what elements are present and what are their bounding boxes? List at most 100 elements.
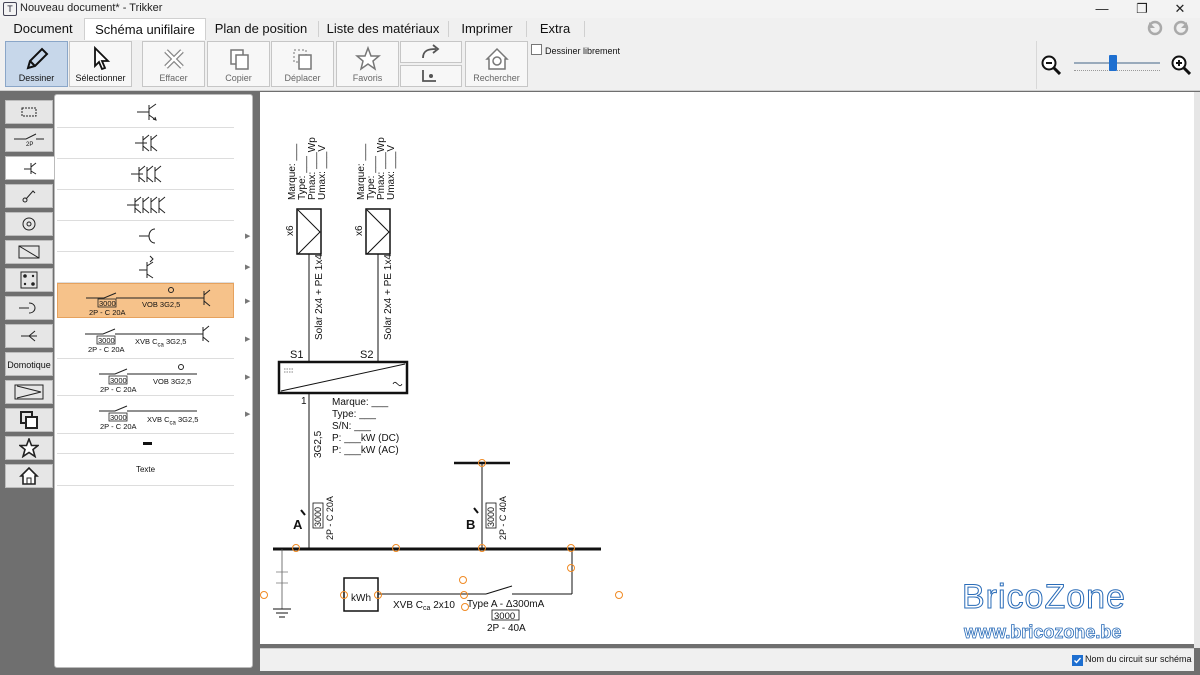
draw-button[interactable]: Dessiner [5, 41, 68, 87]
symbol-bar[interactable] [57, 434, 234, 454]
close-icon[interactable]: ✕ [1160, 0, 1200, 18]
schema-canvas[interactable]: Marque: ___ Type: ___ Pmax: ___Wp Umax: … [260, 92, 1194, 644]
pv1-cable: Solar 2x4 + PE 1x4 [314, 254, 325, 340]
undo-icon[interactable] [1146, 19, 1164, 37]
category-plug[interactable] [5, 296, 53, 320]
circuit-xvb-plain-icon [99, 405, 197, 422]
tab-schema-unifilaire[interactable]: Schéma unifilaire [84, 18, 206, 40]
contact-arrow-icon [139, 255, 154, 279]
erase-label: Effacer [159, 73, 188, 83]
category-favorites[interactable] [5, 436, 53, 460]
redo-icon[interactable] [1172, 19, 1190, 37]
plug-icon [19, 302, 36, 314]
move-button[interactable]: Déplacer [271, 41, 334, 87]
symbol-circuit-vob[interactable]: 3000 2P - C 20A VOB 3G2,5 [57, 283, 234, 318]
minimize-icon[interactable]: — [1082, 0, 1122, 18]
ribbon-tabs: Document Schéma unifilaire Plan de posit… [0, 18, 1200, 41]
rectangle-icon [21, 107, 37, 117]
symbol-text[interactable]: Texte [57, 454, 234, 486]
category-play[interactable] [5, 380, 53, 404]
bar-icon [143, 442, 152, 445]
copy-button[interactable]: Copier [207, 41, 270, 87]
zoom-slider-track[interactable] [1074, 62, 1160, 64]
symbol-circuit-xvb[interactable]: 3000 2P - C 20A XVB Cca 3G2,5 [57, 322, 234, 359]
pv2-cable: Solar 2x4 + PE 1x4 [383, 254, 394, 340]
tab-document[interactable]: Document [4, 18, 82, 39]
submenu-arrow-icon[interactable]: ▶ [245, 297, 250, 305]
submenu-arrow-icon[interactable]: ▶ [245, 232, 250, 240]
symbol-contact-arrow[interactable] [57, 252, 234, 283]
category-contacts[interactable] [5, 156, 55, 180]
show-circuit-name-label: Nom du circuit sur schéma [1085, 654, 1192, 664]
contact-2-icon [135, 134, 158, 152]
check-icon [1074, 657, 1082, 664]
category-lamp[interactable] [5, 184, 53, 208]
category-home[interactable] [5, 464, 53, 488]
cb2-rating: 3000 [98, 336, 115, 345]
favorites-button[interactable]: Favoris [336, 41, 399, 87]
free-draw-checkbox[interactable]: Dessiner librement [531, 44, 620, 56]
schema-drawing[interactable]: Marque: ___ Type: ___ Pmax: ___Wp Umax: … [260, 92, 1194, 644]
inverter-terminal: 1 [301, 396, 307, 407]
rotate-left-button[interactable] [400, 65, 462, 87]
star-icon [354, 46, 381, 71]
zoom-slider-thumb[interactable] [1109, 55, 1117, 71]
inverter-brand: Marque: ___ [332, 397, 389, 408]
tab-extra[interactable]: Extra [528, 18, 582, 39]
switch-2p-label: 2P [26, 142, 34, 148]
diode-icon [139, 228, 156, 244]
rotate-right-icon [422, 44, 440, 59]
cb3-breaker: 2P - C 20A [100, 385, 137, 394]
erase-button[interactable]: Effacer [142, 41, 205, 87]
free-draw-box[interactable] [531, 44, 542, 55]
restore-icon[interactable]: ❐ [1122, 0, 1162, 18]
tab-plan-de-position[interactable]: Plan de position [206, 18, 316, 39]
category-socket[interactable] [5, 212, 53, 236]
submenu-arrow-icon[interactable]: ▶ [245, 373, 250, 381]
rotate-right-button[interactable] [400, 41, 462, 63]
tab-imprimer[interactable]: Imprimer [450, 18, 524, 39]
submenu-arrow-icon[interactable]: ▶ [245, 263, 250, 271]
move-label: Déplacer [284, 73, 321, 83]
category-panel[interactable] [5, 240, 53, 264]
cb4-breaker: 2P - C 20A [100, 422, 137, 431]
symbol-circuit-xvb-plain[interactable]: 3000 2P - C 20A XVB Cca 3G2,5 [57, 396, 234, 434]
category-dots[interactable] [5, 268, 53, 292]
cb1-cable: VOB 3G2,5 [142, 300, 181, 309]
submenu-arrow-icon[interactable]: ▶ [245, 335, 250, 343]
vertical-scrollbar[interactable] [1194, 92, 1200, 648]
cb2-cable: XVB Cca 3G2,5 [135, 337, 187, 349]
zoom-in-icon[interactable] [1171, 55, 1191, 75]
watermark-brand: BricoZone [962, 578, 1126, 617]
symbol-contact-1[interactable] [57, 97, 234, 128]
meter-label: kWh [351, 593, 371, 604]
show-circuit-name-checkbox[interactable] [1072, 655, 1083, 666]
cursor-icon [93, 46, 110, 71]
connection-handles[interactable] [260, 459, 623, 611]
symbol-contact-2[interactable] [57, 128, 234, 159]
select-button[interactable]: Sélectionner [69, 41, 132, 87]
symbol-contact-3[interactable] [57, 159, 234, 190]
status-bar: Nom du circuit sur schéma [260, 648, 1194, 671]
pv2-panel[interactable] [365, 208, 391, 255]
contact-4-icon [127, 196, 166, 214]
zoom-out-icon[interactable] [1041, 55, 1061, 75]
search-button[interactable]: Rechercher [465, 41, 528, 87]
symbol-circuit-vob-lamp[interactable]: 3000 2P - C 20A VOB 3G2,5 [57, 359, 234, 396]
pv1-panel[interactable] [296, 208, 322, 255]
category-network[interactable] [5, 324, 53, 348]
category-rectangle[interactable] [5, 100, 53, 124]
tab-liste-des-materiaux[interactable]: Liste des matériaux [320, 18, 446, 39]
category-switch-2p[interactable]: 2P [5, 128, 53, 152]
move-icon [293, 49, 312, 70]
circuit-a-rating: 3000 [313, 507, 323, 527]
category-copy[interactable] [5, 408, 53, 432]
contact-icon [24, 162, 37, 175]
cb2-breaker: 2P - C 20A [88, 345, 125, 354]
category-domotique[interactable]: Domotique [5, 352, 53, 376]
symbol-contact-4[interactable] [57, 190, 234, 221]
submenu-arrow-icon[interactable]: ▶ [245, 410, 250, 418]
cb4-rating: 3000 [110, 413, 127, 422]
select-label: Sélectionner [75, 73, 126, 83]
symbol-diode[interactable] [57, 221, 234, 252]
